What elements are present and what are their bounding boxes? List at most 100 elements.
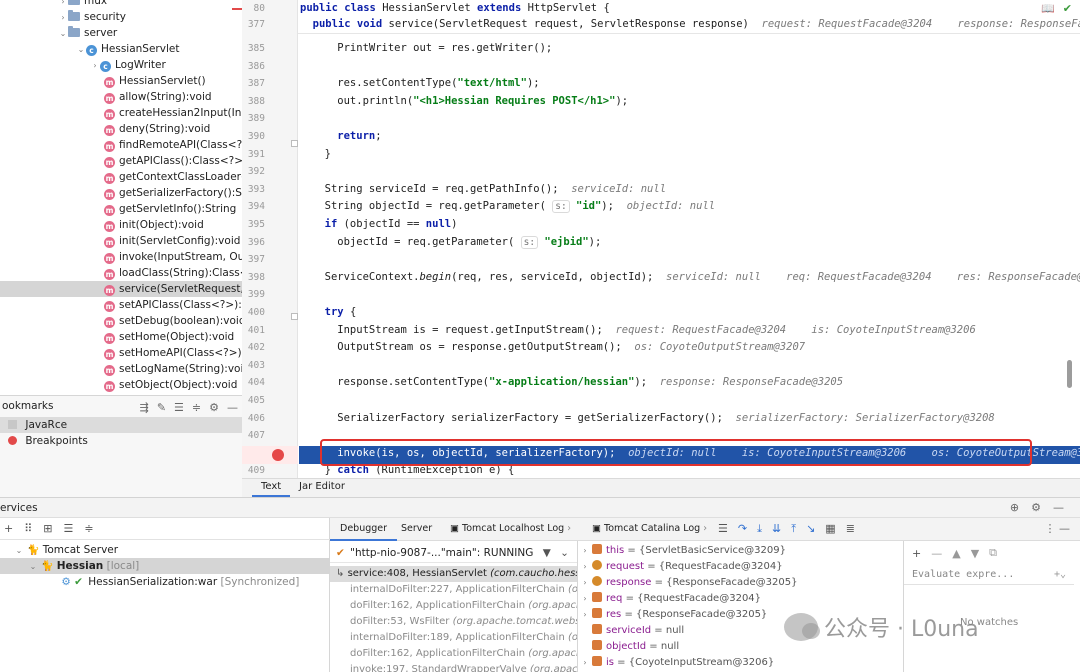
sticky-code-line[interactable]: public void service(ServletRequest reque… bbox=[300, 16, 1080, 33]
expand-all-icon[interactable]: ☰ bbox=[64, 522, 74, 535]
tree-item[interactable]: m setHome(Object):void bbox=[0, 329, 234, 345]
remove-watch-icon[interactable]: — bbox=[931, 547, 942, 560]
code-editor[interactable]: 80 public class HessianServlet extends Ht… bbox=[242, 0, 1080, 478]
code-line[interactable]: if (objectId == null) bbox=[312, 216, 458, 233]
expand-all-icon[interactable]: ☰ bbox=[174, 398, 184, 418]
code-line[interactable]: InputStream is = request.getInputStream(… bbox=[312, 322, 975, 339]
gear-icon[interactable]: ⚙ bbox=[1031, 501, 1041, 514]
code-line[interactable]: OutputStream os = response.getOutputStre… bbox=[312, 339, 805, 356]
tab-debugger[interactable]: Debugger bbox=[330, 518, 398, 541]
tree-item[interactable]: m getServletInfo():String bbox=[0, 201, 236, 217]
run-to-cursor-icon[interactable]: ↘ bbox=[806, 522, 815, 536]
code-line[interactable]: out.println("<h1>Hessian Requires POST</… bbox=[312, 93, 628, 110]
chevron-right-icon[interactable]: › bbox=[578, 655, 592, 671]
tree-item[interactable]: m invoke(InputStream, Outp bbox=[0, 249, 242, 265]
service-artifact[interactable]: ⚙ ✔ HessianSerialization:war [Synchroniz… bbox=[0, 574, 330, 590]
code-line[interactable]: String objectId = req.getParameter( s: "… bbox=[312, 198, 715, 215]
tree-item[interactable]: m init(ServletConfig):void bbox=[0, 233, 240, 249]
code-line[interactable]: String serviceId = req.getPathInfo(); se… bbox=[312, 181, 666, 198]
tab-server[interactable]: Server bbox=[391, 518, 442, 541]
force-step-into-icon[interactable]: ⇊ bbox=[772, 522, 781, 536]
service-tomcat-server[interactable]: ⌄ 🐈 Tomcat Server bbox=[0, 542, 330, 558]
tree-item[interactable]: m deny(String):void bbox=[0, 121, 210, 137]
more-icon[interactable]: ⋮ — bbox=[1045, 522, 1071, 535]
service-hessian[interactable]: ⌄ 🐈 Hessian [local] bbox=[0, 558, 330, 574]
tree-item[interactable]: m service(ServletRequest, S bbox=[0, 281, 242, 297]
reader-mode-icon[interactable]: 📖 bbox=[1041, 2, 1055, 15]
tree-item[interactable]: m findRemoteAPI(Class<?>) bbox=[0, 137, 242, 153]
evaluate-expression-input[interactable]: Evaluate expre... +⌄ bbox=[904, 565, 1074, 585]
tree-item[interactable]: m setLogName(String):void bbox=[0, 361, 242, 377]
chevron-right-icon[interactable]: › bbox=[578, 607, 592, 623]
collapse-all-icon[interactable]: ≑ bbox=[84, 522, 93, 535]
thread-selector[interactable]: ✔ "http-nio-9087-..."main": RUNNING ▼ ⌄ bbox=[330, 543, 577, 563]
tab-jar-editor[interactable]: Jar Editor bbox=[290, 479, 354, 497]
fold-marker-icon[interactable] bbox=[291, 140, 298, 147]
variable-row[interactable]: › is = {CoyoteInputStream@3206} bbox=[578, 655, 903, 671]
code-line[interactable]: ServiceContext.begin(req, res, serviceId… bbox=[312, 269, 1080, 286]
bookmark-item-breakpoints[interactable]: Breakpoints bbox=[0, 433, 242, 449]
tree-item[interactable]: › security bbox=[0, 9, 126, 25]
tree-item[interactable]: m init(Object):void bbox=[0, 217, 204, 233]
stack-frame[interactable]: internalDoFilter:227, ApplicationFilterC… bbox=[330, 582, 577, 598]
minimize-icon[interactable]: — bbox=[227, 398, 238, 418]
code-line[interactable]: return; bbox=[312, 128, 381, 145]
chevron-down-icon[interactable]: ⌄ bbox=[58, 26, 68, 42]
chevron-right-icon[interactable]: › bbox=[58, 10, 68, 26]
code-line[interactable]: objectId = req.getParameter( s: "ejbid")… bbox=[312, 234, 601, 251]
stack-frame[interactable]: invoke:197, StandardWrapperValve (org.ap… bbox=[330, 662, 577, 672]
chevron-right-icon[interactable]: › bbox=[90, 58, 100, 74]
collapse-all-icon[interactable]: ≑ bbox=[192, 398, 201, 418]
chevron-right-icon[interactable]: › bbox=[578, 575, 592, 591]
minimize-icon[interactable]: — bbox=[1053, 501, 1064, 514]
tree-item[interactable]: ⌄ c HessianServlet bbox=[0, 41, 179, 57]
stack-frame[interactable]: internalDoFilter:189, ApplicationFilterC… bbox=[330, 630, 577, 646]
tree-item[interactable]: m HessianServlet() bbox=[0, 73, 206, 89]
tree-item[interactable]: m allow(String):void bbox=[0, 89, 212, 105]
tree-item[interactable]: m getSerializerFactory():Ser bbox=[0, 185, 242, 201]
step-out-icon[interactable]: ⤒ bbox=[791, 522, 796, 536]
stack-frame[interactable]: doFilter:162, ApplicationFilterChain (or… bbox=[330, 598, 577, 614]
fold-marker-icon[interactable] bbox=[291, 313, 298, 320]
variable-row[interactable]: › req = {RequestFacade@3204} bbox=[578, 591, 903, 607]
move-down-icon[interactable]: ▼ bbox=[971, 547, 979, 560]
layout-icon[interactable]: ≣ bbox=[846, 522, 855, 536]
target-icon[interactable]: ⊕ bbox=[1010, 501, 1019, 514]
add-bookmark-icon[interactable]: ⇶ bbox=[140, 398, 149, 418]
code-line[interactable]: } bbox=[312, 146, 331, 163]
code-line[interactable]: SerializerFactory serializerFactory = ge… bbox=[312, 410, 994, 427]
add-watch-icon[interactable]: + bbox=[912, 547, 921, 560]
new-window-icon[interactable]: ⊞ bbox=[43, 522, 52, 535]
code-line[interactable]: res.setContentType("text/html"); bbox=[312, 75, 539, 92]
tab-tomcat-catalina-log[interactable]: ▣ Tomcat Catalina Log › bbox=[582, 518, 717, 541]
stack-frame[interactable]: doFilter:162, ApplicationFilterChain (or… bbox=[330, 646, 577, 662]
filter-icon[interactable]: ▼ bbox=[543, 547, 551, 559]
move-up-icon[interactable]: ▲ bbox=[952, 547, 960, 560]
scrollbar-thumb[interactable] bbox=[1067, 360, 1072, 388]
tree-item[interactable]: › c LogWriter bbox=[0, 57, 166, 73]
chevron-down-icon[interactable]: ⌄ bbox=[560, 547, 569, 559]
tree-item[interactable]: m loadClass(String):Class< bbox=[0, 265, 242, 281]
add-service-icon[interactable]: + bbox=[4, 522, 13, 535]
table-icon[interactable]: ▦ bbox=[825, 522, 835, 536]
tree-item[interactable]: m setDebug(boolean):void bbox=[0, 313, 242, 329]
tree-item[interactable]: ⌄ server bbox=[0, 25, 117, 41]
code-line[interactable]: } catch (RuntimeException e) { bbox=[312, 462, 515, 478]
add-to-watches-icon[interactable]: +⌄ bbox=[1054, 565, 1066, 585]
tab-tomcat-localhost-log[interactable]: ▣ Tomcat Localhost Log › bbox=[440, 518, 581, 541]
sticky-code-line[interactable]: public class HessianServlet extends Http… bbox=[300, 0, 610, 17]
edit-icon[interactable]: ✎ bbox=[157, 398, 166, 418]
tree-item[interactable]: m createHessian2Input(Input bbox=[0, 105, 242, 121]
variable-row[interactable]: › this = {ServletBasicService@3209} bbox=[578, 543, 903, 559]
inspection-ok-icon[interactable]: ✔ bbox=[1063, 2, 1072, 15]
tree-item[interactable]: m getAPIClass():Class<?> bbox=[0, 153, 242, 169]
tree-item[interactable]: m setHomeAPI(Class<?>):v bbox=[0, 345, 242, 361]
variable-row[interactable]: › response = {ResponseFacade@3205} bbox=[578, 575, 903, 591]
menu-icon[interactable]: ☰ bbox=[718, 522, 728, 536]
tree-item[interactable]: m getContextClassLoader() bbox=[0, 169, 242, 185]
step-over-icon[interactable]: ↷ bbox=[738, 522, 747, 536]
stack-frame[interactable]: doFilter:53, WsFilter (org.apache.tomcat… bbox=[330, 614, 577, 630]
chevron-down-icon[interactable]: ⌄ bbox=[76, 42, 86, 58]
tree-item[interactable]: m setObject(Object):void bbox=[0, 377, 237, 393]
gear-icon[interactable]: ⚙ bbox=[209, 398, 219, 418]
